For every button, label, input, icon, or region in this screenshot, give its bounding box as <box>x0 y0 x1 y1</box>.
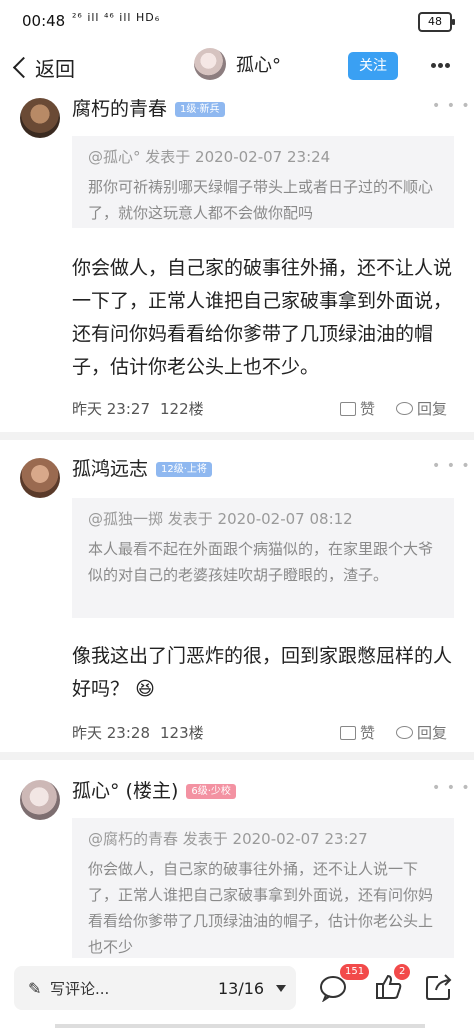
status-bar: 00:48 ²⁶ ill ⁴⁶ ill HD₆ 48 <box>0 0 474 44</box>
back-button[interactable]: 返回 <box>8 50 75 84</box>
laughing-emoji-icon: 😆 <box>135 678 155 700</box>
follow-button[interactable]: 关注 <box>348 52 398 80</box>
comment-icon <box>396 726 413 739</box>
floor-number: 122楼 <box>160 400 204 418</box>
post-time: 昨天 23:27 <box>72 400 150 418</box>
post-meta: 昨天 23:28 123楼 <box>72 722 204 743</box>
like-button[interactable]: 赞 <box>340 722 375 743</box>
back-label: 返回 <box>35 56 75 81</box>
post-time: 昨天 23:28 <box>72 724 150 742</box>
post-body: 像我这出了门恶炸的很，回到家跟憋屈样的人好吗？ 😆 <box>72 645 453 700</box>
top-nav: 返回 孤心° 关注 <box>0 44 474 92</box>
quoted-post[interactable]: @孤心° 发表于 2020-02-07 23:24 那你可祈祷别哪天绿帽子带头上… <box>72 136 454 228</box>
comment-placeholder: 写评论... <box>50 980 110 998</box>
thumb-up-icon <box>340 725 356 740</box>
comments-button[interactable]: 151 <box>318 964 370 1003</box>
level-badge: 6级·少校 <box>186 784 236 799</box>
comment-count-badge: 151 <box>340 964 370 980</box>
level-badge: 1级·新兵 <box>175 102 225 117</box>
username[interactable]: 腐朽的青春 1级·新兵 <box>72 94 225 121</box>
chevron-left-icon <box>12 56 35 78</box>
signal-icons: ²⁶ ill ⁴⁶ ill HD₆ <box>72 11 161 24</box>
quote-header: @腐朽的青春 发表于 2020-02-07 23:27 <box>88 830 368 848</box>
divider <box>0 432 474 440</box>
avatar[interactable] <box>194 48 226 80</box>
pencil-icon: ✎ <box>28 979 42 998</box>
avatar[interactable] <box>20 780 60 820</box>
like-thread-button[interactable]: 2 <box>374 964 411 1002</box>
quoted-post[interactable]: @腐朽的青春 发表于 2020-02-07 23:27 你会做人，自己家的破事往… <box>72 818 454 960</box>
quote-text: 你会做人，自己家的破事往外捅，还不让人说一下了，正常人谁把自己家破事拿到外面说，… <box>88 860 434 956</box>
share-button[interactable] <box>424 972 454 1002</box>
thumb-up-icon <box>340 401 356 416</box>
write-comment-input[interactable]: ✎ 写评论... 13/16 <box>14 966 296 1010</box>
post-owner: 孤心° (楼主) 6级·少校 • • • @腐朽的青春 发表于 2020-02-0… <box>0 760 474 960</box>
comment-icon <box>396 402 413 415</box>
avatar[interactable] <box>20 458 60 498</box>
level-badge: 12级·上将 <box>156 462 212 477</box>
like-count-badge: 2 <box>394 964 411 980</box>
like-button[interactable]: 赞 <box>340 398 375 419</box>
username[interactable]: 孤心° (楼主) 6级·少校 <box>72 776 236 803</box>
caret-down-icon[interactable] <box>276 985 286 992</box>
more-icon[interactable]: • • • <box>432 780 471 796</box>
quote-text: 那你可祈祷别哪天绿帽子带头上或者日子过的不顺心了，就你这玩意人都不会做你配吗 <box>88 178 434 222</box>
post-123: 孤鸿远志 12级·上将 • • • @孤独一掷 发表于 2020-02-07 08… <box>0 440 474 752</box>
bottom-bar: ✎ 写评论... 13/16 151 2 <box>0 958 474 1028</box>
reply-button[interactable]: 回复 <box>396 398 447 419</box>
quote-header: @孤独一掷 发表于 2020-02-07 08:12 <box>88 510 353 528</box>
username[interactable]: 孤鸿远志 12级·上将 <box>72 454 212 481</box>
battery-icon: 48 <box>418 12 455 32</box>
more-icon[interactable]: • • • <box>432 458 471 474</box>
post-body: 你会做人，自己家的破事往外捅，还不让人说一下了，正常人谁把自己家破事拿到外面说，… <box>72 257 453 378</box>
thread-owner[interactable]: 孤心° <box>194 48 281 80</box>
more-icon[interactable]: • • • <box>432 98 471 114</box>
quoted-post[interactable]: @孤独一掷 发表于 2020-02-07 08:12 本人最看不起在外面跟个病猫… <box>72 498 454 618</box>
owner-name: 孤心° <box>236 55 281 76</box>
share-icon <box>426 974 452 1000</box>
post-122: 腐朽的青春 1级·新兵 • • • @孤心° 发表于 2020-02-07 23:… <box>0 92 474 432</box>
divider <box>0 752 474 760</box>
quote-text: 本人最看不起在外面跟个病猫似的，在家里跟个大爷似的对自己的老婆孩娃吹胡子瞪眼的，… <box>88 540 434 584</box>
quote-header: @孤心° 发表于 2020-02-07 23:24 <box>88 148 331 166</box>
page-indicator[interactable]: 13/16 <box>218 979 264 998</box>
home-indicator <box>55 1024 425 1028</box>
status-time: 00:48 <box>22 12 66 30</box>
reply-button[interactable]: 回复 <box>396 722 447 743</box>
floor-number: 123楼 <box>160 724 204 742</box>
avatar[interactable] <box>20 98 60 138</box>
post-meta: 昨天 23:27 122楼 <box>72 398 204 419</box>
more-icon[interactable] <box>430 56 456 76</box>
